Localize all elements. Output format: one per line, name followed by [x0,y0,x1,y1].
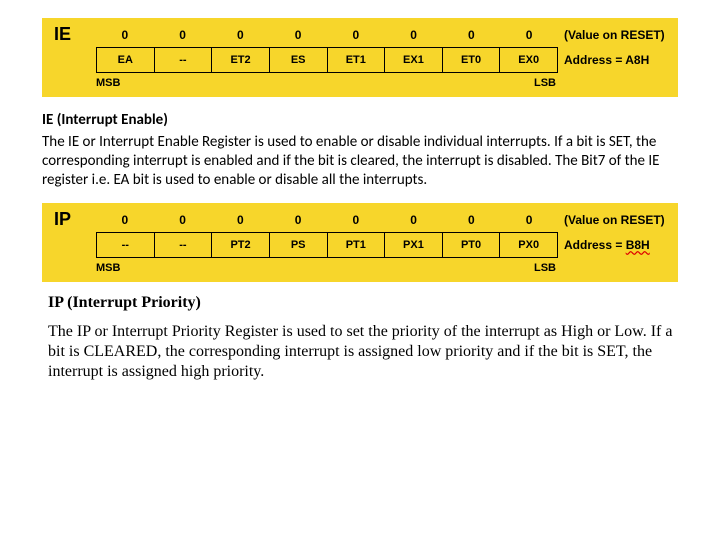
ie-bit-cells: EA -- ET2 ES ET1 EX1 ET0 EX0 [96,47,558,73]
ip-register-figure: IP 0 0 0 0 0 0 0 0 (Value on RESET) -- -… [42,203,678,282]
msb-label: MSB [96,262,120,274]
ie-reg-name: IE [54,24,96,45]
reset-caption: (Value on RESET) [558,213,666,227]
lsb-label: LSB [534,77,556,89]
bit-cell: ES [270,47,328,73]
reset-bit: 0 [269,28,327,42]
slide: IE 0 0 0 0 0 0 0 0 (Value on RESET) EA -… [0,0,720,382]
reset-bit: 0 [500,213,558,227]
ie-reset-values: 0 0 0 0 0 0 0 0 [96,28,558,42]
reset-bit: 0 [327,213,385,227]
ip-bit-cells: -- -- PT2 PS PT1 PX1 PT0 PX0 [96,232,558,258]
ie-register-figure: IE 0 0 0 0 0 0 0 0 (Value on RESET) EA -… [42,18,678,97]
reset-bit: 0 [500,28,558,42]
reset-bit: 0 [443,28,501,42]
ip-reg-name: IP [54,209,96,230]
ie-heading: IE (Interrupt Enable) [42,111,678,129]
reset-bit: 0 [385,28,443,42]
bit-cell: -- [155,232,213,258]
bit-cell: EX0 [500,47,558,73]
reset-bit: 0 [269,213,327,227]
bit-cell: PT0 [443,232,501,258]
msb-label: MSB [96,77,120,89]
reset-bit: 0 [443,213,501,227]
ip-heading: IP (Interrupt Priority) [48,294,678,312]
reset-bit: 0 [96,213,154,227]
reset-bit: 0 [212,28,270,42]
bit-cell: PX0 [500,232,558,258]
bit-cell: PT1 [328,232,386,258]
ie-description: The IE or Interrupt Enable Register is u… [42,133,678,189]
reset-bit: 0 [212,213,270,227]
ip-description: The IP or Interrupt Priority Register is… [48,322,678,382]
bit-cell: PT2 [212,232,270,258]
ip-reset-values: 0 0 0 0 0 0 0 0 [96,213,558,227]
ie-address: Address = A8H [558,53,666,67]
reset-caption: (Value on RESET) [558,28,666,42]
bit-cell: -- [155,47,213,73]
bit-cell: PS [270,232,328,258]
reset-bit: 0 [385,213,443,227]
bit-cell: ET0 [443,47,501,73]
reset-bit: 0 [96,28,154,42]
bit-cell: EA [96,47,155,73]
bit-cell: ET2 [212,47,270,73]
ip-address: Address = B8H [558,238,666,252]
bit-cell: EX1 [385,47,443,73]
reset-bit: 0 [154,213,212,227]
bit-cell: ET1 [328,47,386,73]
reset-bit: 0 [154,28,212,42]
bit-cell: -- [96,232,155,258]
reset-bit: 0 [327,28,385,42]
bit-cell: PX1 [385,232,443,258]
lsb-label: LSB [534,262,556,274]
